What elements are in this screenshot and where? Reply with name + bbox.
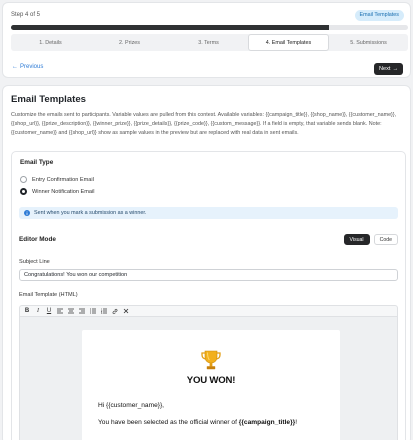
- email-body-suffix: !: [295, 419, 298, 426]
- page-title: Email Templates: [11, 94, 87, 105]
- underline-icon[interactable]: U: [46, 307, 52, 315]
- link-icon[interactable]: [112, 307, 118, 315]
- step-tab[interactable]: 4. Email Templates: [248, 34, 329, 51]
- clear-format-icon[interactable]: [123, 307, 129, 315]
- align-right-icon[interactable]: [79, 307, 85, 315]
- bold-icon[interactable]: B: [24, 307, 30, 315]
- editor-area[interactable]: YOU WON! Hi {{customer_name}}, You have …: [19, 317, 398, 440]
- editor-mode-title: Editor Mode: [19, 236, 56, 243]
- radio-label: Winner Notification Email: [32, 188, 95, 195]
- email-body-prefix: You have been selected as the official w…: [98, 419, 239, 426]
- arrow-right-icon: →: [392, 66, 399, 72]
- next-button[interactable]: Next →: [374, 63, 403, 75]
- step-tab[interactable]: 5. Submissions: [329, 34, 408, 51]
- email-preview: YOU WON! Hi {{customer_name}}, You have …: [82, 330, 340, 440]
- email-templates-card: Email Templates Customize the emails sen…: [2, 85, 411, 440]
- radio-label: Entry Confirmation Email: [32, 176, 94, 183]
- progress-fill: [11, 25, 329, 30]
- arrow-left-icon: ←: [12, 64, 18, 70]
- progress-bar: [11, 25, 408, 30]
- align-left-icon[interactable]: [57, 307, 63, 315]
- step-tab[interactable]: 2. Prizes: [90, 34, 169, 51]
- step-count: Step 4 of 5: [11, 12, 41, 18]
- email-body-text: You have been selected as the official w…: [98, 419, 297, 426]
- email-greeting: Hi {{customer_name}},: [98, 402, 164, 409]
- italic-icon[interactable]: I: [35, 307, 41, 315]
- info-text: Sent when you mark a submission as a win…: [34, 210, 147, 216]
- radio-entry-confirmation[interactable]: Entry Confirmation Email: [20, 176, 94, 183]
- align-center-icon[interactable]: [68, 307, 74, 315]
- editor-toolbar: B I U: [19, 305, 398, 317]
- numbered-list-icon[interactable]: [101, 307, 107, 315]
- email-heading: YOU WON!: [186, 375, 236, 386]
- next-label: Next: [378, 66, 391, 72]
- email-type-title: Email Type: [20, 159, 54, 166]
- editor-mode-toggle: Visual Code: [343, 234, 398, 245]
- code-mode-button[interactable]: Code: [373, 234, 398, 245]
- radio-checked-icon[interactable]: [20, 188, 27, 195]
- current-step-badge: Email Templates: [354, 10, 404, 21]
- step-tab[interactable]: 1. Details: [11, 34, 90, 51]
- email-body-variable: {{campaign_title}}: [238, 419, 296, 426]
- visual-mode-button[interactable]: Visual: [343, 234, 370, 245]
- step-tab[interactable]: 3. Terms: [169, 34, 248, 51]
- trophy-icon: [201, 350, 221, 370]
- wizard-card: Step 4 of 5 Email Templates 1. Details 2.…: [2, 2, 411, 78]
- page-description: Customize the emails sent to participant…: [11, 112, 397, 136]
- radio-winner-notification[interactable]: Winner Notification Email: [20, 188, 95, 195]
- subject-line-input[interactable]: [19, 269, 398, 281]
- info-banner: i Sent when you mark a submission as a w…: [19, 207, 398, 219]
- email-type-section: Email Type Entry Confirmation Email Winn…: [11, 151, 406, 440]
- email-template-label: Email Template (HTML): [19, 292, 78, 298]
- subject-line-label: Subject Line: [19, 259, 50, 265]
- previous-label: Previous: [20, 64, 44, 70]
- radio-unchecked-icon[interactable]: [20, 176, 27, 183]
- step-tabs: 1. Details 2. Prizes 3. Terms 4. Email Temp…: [11, 34, 408, 51]
- bullet-list-icon[interactable]: [90, 307, 96, 315]
- previous-button[interactable]: ← Previous: [12, 64, 43, 70]
- info-icon: i: [24, 210, 30, 216]
